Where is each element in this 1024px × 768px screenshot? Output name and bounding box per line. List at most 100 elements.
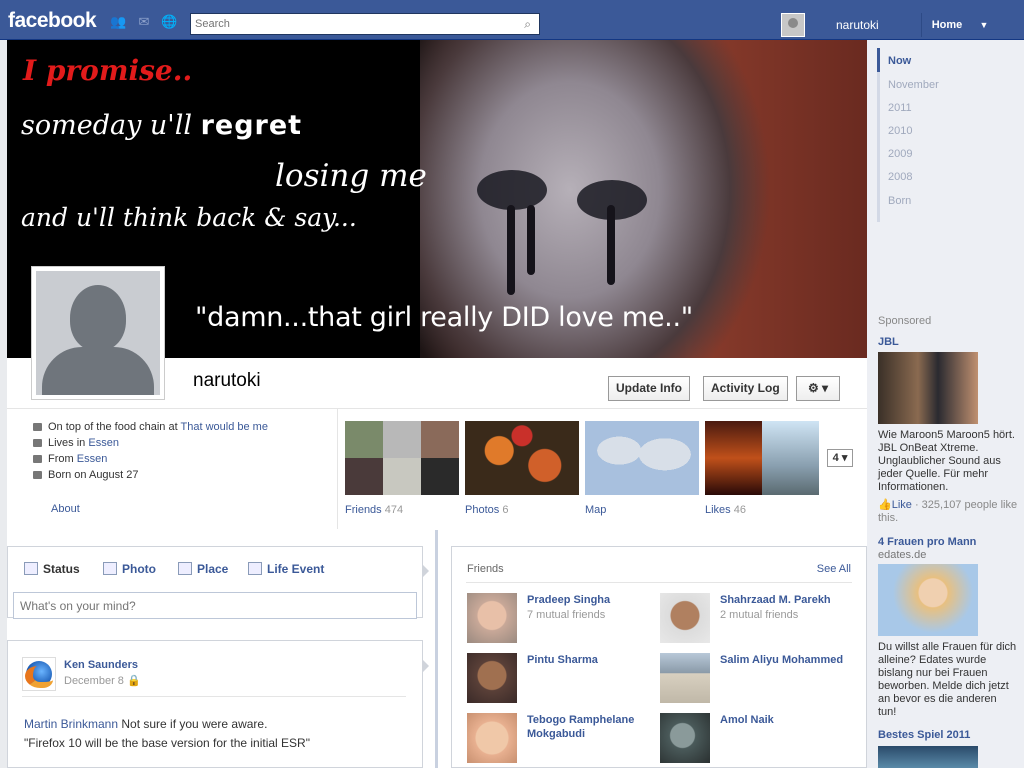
like-thumb-icon[interactable]: 👍 bbox=[878, 499, 892, 511]
settings-gear-button[interactable]: ⚙ ▾ bbox=[796, 376, 840, 401]
ad-jbl-image[interactable] bbox=[878, 352, 978, 424]
privacy-lock-icon[interactable]: 🔒 bbox=[127, 675, 141, 687]
post-date[interactable]: December 8 🔒 bbox=[64, 674, 141, 687]
search-icon[interactable]: ⌕ bbox=[524, 17, 531, 32]
photos-tile-label[interactable]: Photos 6 bbox=[465, 504, 508, 516]
friend-name[interactable]: Salim Aliyu Mohammed bbox=[720, 653, 850, 667]
post-author[interactable]: Ken Saunders bbox=[64, 659, 138, 671]
friend-avatar[interactable] bbox=[660, 653, 710, 703]
search-box[interactable]: ⌕ bbox=[190, 13, 540, 35]
friends-tile-label[interactable]: Friends 474 bbox=[345, 504, 403, 516]
status-input[interactable] bbox=[13, 592, 417, 619]
friend-name[interactable]: Pradeep Singha bbox=[527, 593, 657, 607]
scrubber-born[interactable]: Born bbox=[888, 195, 911, 207]
profile-name[interactable]: narutoki bbox=[193, 370, 261, 392]
info-item-lives: Lives in Essen bbox=[33, 435, 333, 451]
friend-name[interactable]: Amol Naik bbox=[720, 713, 850, 727]
profile-picture[interactable] bbox=[31, 266, 165, 400]
post-divider bbox=[22, 696, 406, 697]
friends-box-title[interactable]: Friends bbox=[467, 563, 504, 575]
friend-item[interactable]: Shahrzaad M. Parekh 2 mutual friends bbox=[660, 593, 850, 645]
more-sections-button[interactable]: 4 ▾ bbox=[827, 449, 853, 467]
friend-item[interactable]: Tebogo Ramphelane Mokgabudi bbox=[467, 713, 657, 765]
tab-life-event[interactable]: Life Event bbox=[248, 561, 324, 577]
friend-name[interactable]: Tebogo Ramphelane Mokgabudi bbox=[527, 713, 657, 741]
default-avatar-icon bbox=[36, 271, 160, 395]
likes-tile-label[interactable]: Likes 46 bbox=[705, 504, 746, 516]
scrubber-2010[interactable]: 2010 bbox=[888, 125, 912, 137]
scrubber-2008[interactable]: 2008 bbox=[888, 171, 912, 183]
cover-text-regret: regret bbox=[200, 110, 303, 141]
update-info-button[interactable]: Update Info bbox=[608, 376, 690, 401]
user-name-link[interactable]: narutoki bbox=[836, 18, 879, 32]
facebook-logo[interactable]: facebook bbox=[8, 9, 97, 33]
friend-requests-icon[interactable]: 👥 bbox=[110, 15, 126, 29]
friends-tile[interactable] bbox=[345, 421, 459, 495]
search-input[interactable] bbox=[191, 14, 511, 34]
cover-tear bbox=[527, 205, 535, 275]
post-mention-link[interactable]: Martin Brinkmann bbox=[24, 717, 118, 731]
friend-item[interactable]: Amol Naik bbox=[660, 713, 850, 765]
info-bar: On top of the food chain at That would b… bbox=[7, 408, 867, 529]
scrubber-2009[interactable]: 2009 bbox=[888, 148, 912, 160]
friend-avatar[interactable] bbox=[467, 593, 517, 643]
friends-divider bbox=[466, 582, 852, 583]
ad-jbl-text[interactable]: Wie Maroon5 Maroon5 hört. JBL OnBeat Xtr… bbox=[878, 429, 1018, 494]
photos-tile[interactable] bbox=[465, 421, 579, 495]
scrubber-november[interactable]: November bbox=[888, 79, 939, 91]
cover-text-line4: and u'll think back & say... bbox=[21, 203, 357, 232]
scrubber-2011[interactable]: 2011 bbox=[888, 102, 912, 114]
cover-text-line2a: someday u'll bbox=[21, 110, 201, 141]
ad-frauen-title[interactable]: 4 Frauen pro Mann bbox=[878, 536, 976, 548]
top-bar: facebook 👥 ✉ 🌐 ⌕ narutoki Home ▼ bbox=[0, 0, 1024, 40]
friend-item[interactable]: Pradeep Singha 7 mutual friends bbox=[467, 593, 657, 645]
friend-item[interactable]: Salim Aliyu Mohammed bbox=[660, 653, 850, 705]
ad-frauen-image[interactable] bbox=[878, 564, 978, 636]
tab-place[interactable]: Place bbox=[178, 561, 228, 577]
cover-text-line2: someday u'll regret bbox=[21, 110, 302, 141]
friend-mutual[interactable]: 2 mutual friends bbox=[720, 609, 798, 621]
friend-avatar[interactable] bbox=[467, 653, 517, 703]
timeline-page: I promise.. someday u'll regret losing m… bbox=[7, 40, 867, 768]
sponsored-header[interactable]: Sponsored bbox=[878, 315, 931, 327]
cover-text-line3: losing me bbox=[275, 158, 427, 194]
home-button[interactable]: Home bbox=[922, 13, 972, 37]
user-avatar[interactable] bbox=[781, 13, 805, 37]
status-composer: Status Photo Place Life Event bbox=[7, 546, 423, 619]
friend-avatar[interactable] bbox=[467, 713, 517, 763]
account-menu-arrow-icon[interactable]: ▼ bbox=[973, 13, 995, 37]
friend-name[interactable]: Shahrzaad M. Parekh bbox=[720, 593, 850, 607]
friend-item[interactable]: Pintu Sharma bbox=[467, 653, 657, 705]
ad-frauen-text[interactable]: Du willst alle Frauen für dich alleine? … bbox=[878, 641, 1018, 719]
activity-log-button[interactable]: Activity Log bbox=[703, 376, 788, 401]
friend-mutual[interactable]: 7 mutual friends bbox=[527, 609, 605, 621]
ad-spiel-image[interactable] bbox=[878, 746, 978, 768]
timeline-scrubber-rail bbox=[877, 48, 880, 222]
messages-icon[interactable]: ✉ bbox=[136, 15, 152, 29]
tab-status[interactable]: Status bbox=[24, 561, 80, 577]
friend-avatar[interactable] bbox=[660, 593, 710, 643]
post-body: Martin Brinkmann Not sure if you were aw… bbox=[24, 715, 414, 753]
friend-avatar[interactable] bbox=[660, 713, 710, 763]
firefox-avatar-icon[interactable] bbox=[22, 657, 56, 691]
friend-name[interactable]: Pintu Sharma bbox=[527, 653, 657, 667]
friends-box: Friends See All Pradeep Singha 7 mutual … bbox=[451, 546, 867, 768]
cover-text-line1: I promise.. bbox=[23, 54, 193, 87]
notifications-icon[interactable]: 🌐 bbox=[161, 15, 177, 29]
map-tile-label[interactable]: Map bbox=[585, 504, 606, 516]
ad-frauen-domain[interactable]: edates.de bbox=[878, 549, 926, 561]
about-link[interactable]: About bbox=[51, 503, 80, 515]
right-sidebar: Now November 2011 2010 2009 2008 Born Sp… bbox=[867, 40, 1024, 768]
timeline-spine bbox=[435, 530, 438, 768]
scrubber-now[interactable]: Now bbox=[888, 55, 911, 67]
likes-tile[interactable] bbox=[705, 421, 819, 495]
map-tile[interactable] bbox=[585, 421, 699, 495]
ad-jbl-title[interactable]: JBL bbox=[878, 336, 899, 348]
info-divider bbox=[337, 409, 338, 529]
location-pin-icon bbox=[33, 455, 42, 463]
ad-spiel-title[interactable]: Bestes Spiel 2011 bbox=[878, 729, 970, 741]
friends-see-all-link[interactable]: See All bbox=[817, 563, 851, 575]
ad-jbl-like: 👍Like · 325,107 people like this. bbox=[878, 499, 1018, 524]
cover-quote: "damn...that girl really DID love me.." bbox=[195, 302, 693, 333]
tab-photo[interactable]: Photo bbox=[103, 561, 156, 577]
